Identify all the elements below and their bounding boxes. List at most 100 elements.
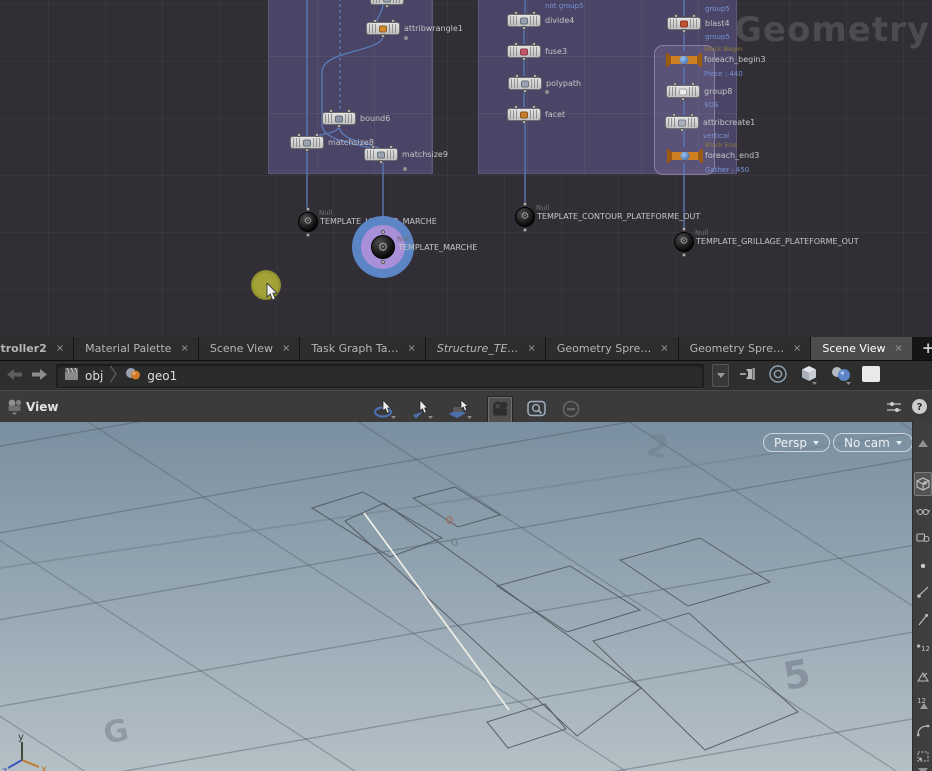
tab-close-icon[interactable]: × — [527, 344, 535, 354]
tab-close-icon[interactable]: × — [282, 344, 290, 354]
output-connector[interactable] — [523, 89, 527, 93]
input-connector[interactable] — [315, 133, 319, 137]
material-spheres-icon[interactable] — [829, 363, 853, 389]
input-connector[interactable] — [523, 202, 527, 206]
show-profiles-icon[interactable] — [915, 722, 931, 738]
input-connector[interactable] — [690, 113, 694, 117]
input-connector[interactable] — [532, 105, 536, 109]
input-connector[interactable] — [391, 19, 395, 23]
input-connector[interactable] — [306, 207, 310, 211]
facet-node[interactable] — [507, 108, 541, 121]
tab-close-icon[interactable]: × — [895, 344, 903, 354]
tab-geometry-spre-[interactable]: Geometry Spre…× — [546, 337, 678, 360]
show-point-normals-icon[interactable] — [915, 612, 931, 628]
nav-forward-icon[interactable] — [31, 366, 48, 385]
input-connector[interactable] — [381, 230, 385, 234]
polypath-node[interactable] — [508, 77, 542, 90]
path-breadcrumb-field[interactable]: obj geo1 — [56, 364, 704, 388]
show-prim-numbers-icon[interactable]: 12 — [915, 695, 931, 711]
help-icon[interactable]: ? — [911, 398, 928, 419]
follow-focus-icon[interactable] — [767, 363, 789, 389]
select-mode-icon[interactable] — [411, 399, 435, 424]
TEMPLATE_MARCHE-node[interactable]: ⚙ — [371, 235, 395, 259]
output-connector[interactable] — [680, 128, 684, 132]
camera-menu[interactable]: No cam — [833, 433, 913, 452]
output-connector[interactable] — [522, 120, 526, 124]
output-connector[interactable] — [522, 57, 526, 61]
tab-controller2[interactable]: Controller2× — [0, 337, 73, 360]
output-connector[interactable] — [522, 26, 526, 30]
output-connector[interactable] — [381, 34, 385, 38]
display-options-icon[interactable] — [886, 399, 902, 419]
select-contained-icon[interactable] — [915, 529, 931, 545]
input-connector[interactable] — [371, 145, 375, 149]
input-connector[interactable] — [674, 14, 678, 18]
path-dropdown-button[interactable] — [712, 364, 729, 387]
group8-node[interactable] — [666, 85, 700, 98]
TEMPLATE_CONTOUR_PLATEFORME_OUT-node[interactable]: ⚙ — [515, 207, 535, 227]
tab-scene-view[interactable]: Scene View× — [811, 337, 912, 360]
move-tool-icon[interactable] — [448, 399, 474, 424]
nav-back-icon[interactable] — [6, 366, 23, 385]
input-connector[interactable] — [682, 227, 686, 231]
tab-close-icon[interactable]: × — [408, 344, 416, 354]
input-connector[interactable] — [672, 113, 676, 117]
divide4-node[interactable] — [507, 14, 541, 27]
show-point-markers-icon[interactable] — [915, 584, 931, 600]
output-connector[interactable] — [305, 148, 309, 152]
show-prim-normals-icon[interactable] — [915, 669, 931, 685]
blast4-node[interactable] — [667, 17, 701, 30]
input-connector[interactable] — [691, 82, 695, 86]
pin-pane-icon[interactable] — [738, 365, 758, 387]
scroll-down-icon[interactable] — [915, 763, 931, 771]
node-stub-node[interactable] — [370, 0, 404, 5]
TEMPLATE_HOLDER_MARCHE-node[interactable]: ⚙ — [298, 212, 318, 232]
panel-swatch[interactable] — [862, 364, 880, 388]
select-visible-icon[interactable] — [915, 502, 931, 518]
output-connector[interactable] — [385, 4, 389, 8]
network-editor[interactable]: Geometry attribwrangle1bound6matchsize8m… — [0, 0, 932, 337]
input-connector[interactable] — [673, 82, 677, 86]
tab-close-icon[interactable]: × — [180, 344, 188, 354]
scene-viewport[interactable]: 2005G Persp No cam y x z — [0, 422, 932, 771]
shaded-cube-icon[interactable] — [914, 472, 932, 496]
tab-close-icon[interactable]: × — [793, 344, 801, 354]
output-connector[interactable] — [682, 29, 686, 33]
tab-close-icon[interactable]: × — [56, 344, 64, 354]
input-connector[interactable] — [514, 42, 518, 46]
input-connector[interactable] — [692, 14, 696, 18]
tab-structure-te-[interactable]: Structure_TE…× — [426, 337, 545, 360]
scroll-up-icon[interactable] — [915, 436, 931, 452]
input-connector[interactable] — [514, 11, 518, 15]
new-tab-button[interactable]: + — [922, 341, 932, 356]
tab-close-icon[interactable]: × — [660, 344, 668, 354]
remove-view-icon[interactable] — [561, 399, 581, 423]
tab-task-graph-ta-[interactable]: Task Graph Ta…× — [300, 337, 425, 360]
view-camera-icon[interactable] — [6, 398, 24, 419]
input-connector[interactable] — [347, 109, 351, 113]
frame-selection-icon[interactable] — [526, 399, 548, 423]
output-connector[interactable] — [337, 124, 341, 128]
fuse3-node[interactable] — [507, 45, 541, 58]
tab-material-palette[interactable]: Material Palette× — [74, 337, 198, 360]
tab-scene-view[interactable]: Scene View× — [199, 337, 300, 360]
input-connector[interactable] — [532, 11, 536, 15]
tab-geometry-spre-[interactable]: Geometry Spre…× — [679, 337, 811, 360]
matchsize9-node[interactable] — [364, 148, 398, 161]
breadcrumb-obj[interactable]: obj — [64, 367, 103, 385]
input-connector[interactable] — [515, 74, 519, 78]
show-uv-grid-icon[interactable] — [915, 748, 931, 764]
show-points-icon[interactable] — [915, 558, 931, 574]
bound6-node[interactable] — [322, 112, 356, 125]
output-connector[interactable] — [381, 260, 385, 264]
output-connector[interactable] — [306, 233, 310, 237]
input-connector[interactable] — [389, 145, 393, 149]
breadcrumb-geo1[interactable]: geo1 — [124, 366, 177, 385]
input-connector[interactable] — [533, 74, 537, 78]
output-connector[interactable] — [682, 253, 686, 257]
TEMPLATE_GRILLAGE_PLATEFORME_OUT-node[interactable]: ⚙ — [674, 232, 694, 252]
input-connector[interactable] — [297, 133, 301, 137]
projection-menu[interactable]: Persp — [763, 433, 830, 452]
input-connector[interactable] — [532, 42, 536, 46]
input-connector[interactable] — [514, 105, 518, 109]
